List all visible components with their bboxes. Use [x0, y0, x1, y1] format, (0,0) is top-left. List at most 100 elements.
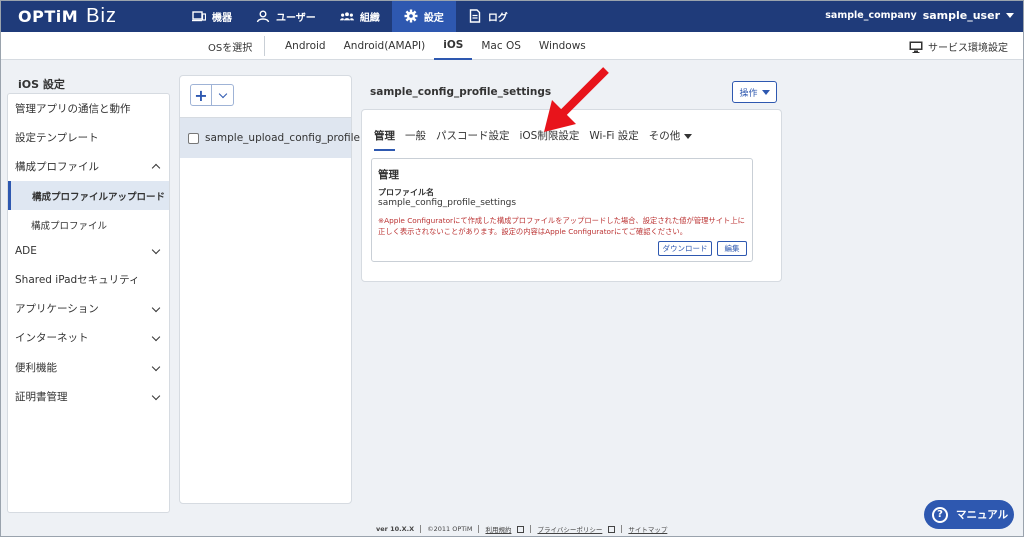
list-item-label: sample_upload_config_profile [205, 132, 360, 144]
nav-label: ログ [487, 12, 508, 24]
chevron-down-icon [218, 89, 227, 98]
tab-ios[interactable]: iOS [434, 32, 473, 60]
download-button[interactable]: ダウンロード [658, 241, 712, 256]
sidebar-item-label: 管理アプリの通信と動作 [15, 103, 131, 115]
edit-button[interactable]: 編集 [717, 241, 747, 256]
sidebar-item-settings-template[interactable]: 設定テンプレート [8, 123, 169, 152]
terms-link[interactable]: 利用規約 [485, 524, 511, 534]
sidebar-item-label: 便利機能 [15, 362, 57, 374]
manual-button[interactable]: ? マニュアル [924, 500, 1014, 529]
nav-item-log[interactable]: ログ [456, 0, 520, 32]
help-icon: ? [932, 506, 948, 523]
nav-item-organization[interactable]: 組織 [328, 0, 392, 32]
sitemap-link[interactable]: サイトマップ [628, 524, 667, 534]
external-link-icon [517, 525, 525, 533]
sidebar-item-label: Shared iPadセキュリティ [15, 274, 140, 286]
sidebar-item-label: 構成プロファイル [31, 220, 108, 232]
tab-windows[interactable]: Windows [530, 32, 595, 60]
nav-label: 機器 [212, 12, 232, 24]
tab-other-label: その他 [648, 130, 681, 142]
sidebar: 管理アプリの通信と動作 設定テンプレート 構成プロファイル 構成プロファイルアッ… [7, 93, 170, 513]
manual-label: マニュアル [956, 509, 1009, 521]
tab-android-amapi[interactable]: Android(AMAPI) [335, 32, 435, 60]
actions-button[interactable]: 操作 [732, 81, 777, 103]
os-select-label: OSを選択 [208, 43, 253, 54]
profile-name-label: プロファイル名 [378, 188, 434, 197]
chevron-down-icon [151, 362, 161, 372]
divider [530, 525, 532, 533]
chevron-down-icon [151, 332, 161, 342]
sidebar-item-app-communication[interactable]: 管理アプリの通信と動作 [8, 94, 169, 123]
nav-item-devices[interactable]: 機器 [180, 0, 244, 32]
divider [621, 525, 623, 533]
tab-general[interactable]: 一般 [405, 128, 426, 151]
tab-macos[interactable]: Mac OS [472, 32, 530, 60]
chevron-down-icon [683, 134, 692, 139]
sidebar-item-label: アプリケーション [15, 303, 99, 315]
sidebar-item-config-profile-group[interactable]: 構成プロファイル [8, 152, 169, 181]
profile-title: sample_config_profile_settings [370, 86, 552, 98]
actions-label: 操作 [739, 88, 758, 99]
sidebar-item-config-profile-upload[interactable]: 構成プロファイルアップロード [8, 181, 169, 210]
sidebar-item-applications[interactable]: アプリケーション [8, 294, 169, 323]
annotation-arrow-icon [544, 67, 609, 132]
device-icon [192, 11, 206, 22]
sidebar-item-label: インターネット [15, 332, 89, 344]
optim-biz-logo[interactable]: OPTiM Biz [18, 5, 117, 27]
top-navigation-bar: OPTiM Biz 機器 ユーザー 組織 設定 ログ sample_compan… [0, 0, 1024, 32]
copyright: ©2011 OPTiM [427, 525, 473, 533]
logo-brand: OPTiM [18, 7, 79, 26]
chevron-down-icon [1006, 13, 1014, 18]
sidebar-item-label: ADE [15, 244, 37, 257]
row-checkbox[interactable] [188, 132, 199, 144]
nav-label: 設定 [423, 12, 444, 24]
nav-item-settings[interactable]: 設定 [391, 0, 456, 32]
chevron-down-icon [761, 89, 770, 95]
sidebar-item-label: 構成プロファイル [15, 161, 99, 173]
tab-passcode[interactable]: パスコード設定 [436, 128, 510, 151]
service-settings-link[interactable]: サービス環境設定 [909, 39, 1008, 54]
sidebar-item-label: 構成プロファイルアップロード [32, 191, 166, 203]
logo-product: Biz [86, 5, 117, 27]
account-menu[interactable]: sample_company sample_user [825, 9, 1014, 22]
monitor-icon [909, 41, 923, 53]
user-name: sample_user [922, 9, 1000, 22]
add-button-group: + [190, 84, 234, 106]
add-button[interactable]: + [190, 84, 212, 106]
chevron-down-icon [151, 245, 161, 255]
chevron-down-icon [151, 303, 161, 313]
management-card: 管理 プロファイル名 sample_config_profile_setting… [371, 158, 753, 262]
version: ver 10.X.X [376, 525, 415, 533]
tab-other[interactable]: その他 [649, 128, 692, 151]
group-icon [339, 12, 354, 21]
tab-management[interactable]: 管理 [374, 128, 395, 151]
list-item[interactable]: sample_upload_config_profile [180, 118, 360, 158]
detail-tabs: 管理 一般 パスコード設定 iOS制限設定 Wi-Fi 設定 その他 [374, 128, 692, 151]
privacy-link[interactable]: プライバシーポリシー [537, 524, 602, 534]
card-heading: 管理 [378, 169, 399, 181]
main-nav: 機器 ユーザー 組織 設定 ログ [180, 0, 520, 32]
chevron-down-icon [151, 391, 161, 401]
external-link-icon [608, 525, 616, 533]
sidebar-item-config-profile[interactable]: 構成プロファイル [8, 210, 169, 239]
tab-android[interactable]: Android [276, 32, 335, 60]
log-icon [469, 9, 481, 23]
company-name: sample_company [825, 10, 917, 21]
nav-label: ユーザー [276, 12, 316, 24]
divider [264, 36, 265, 56]
sidebar-item-certificate-management[interactable]: 証明書管理 [8, 382, 169, 411]
sidebar-item-label: 証明書管理 [15, 391, 68, 403]
divider [478, 525, 480, 533]
os-tabs: Android Android(AMAPI) iOS Mac OS Window… [276, 32, 595, 60]
add-dropdown-button[interactable] [212, 84, 234, 106]
profile-name-value: sample_config_profile_settings [378, 198, 517, 208]
os-selector-bar: OSを選択 Android Android(AMAPI) iOS Mac OS … [0, 32, 1024, 60]
service-settings-label: サービス環境設定 [928, 43, 1008, 54]
sidebar-item-useful-features[interactable]: 便利機能 [8, 353, 169, 382]
footer: ver 10.X.X ©2011 OPTiM 利用規約 プライバシーポリシー サ… [376, 524, 667, 534]
nav-item-users[interactable]: ユーザー [244, 0, 328, 32]
nav-label: 組織 [359, 12, 380, 24]
sidebar-item-internet[interactable]: インターネット [8, 323, 169, 352]
sidebar-item-shared-ipad-security[interactable]: Shared iPadセキュリティ [8, 265, 169, 294]
sidebar-item-ade[interactable]: ADE [8, 236, 169, 265]
